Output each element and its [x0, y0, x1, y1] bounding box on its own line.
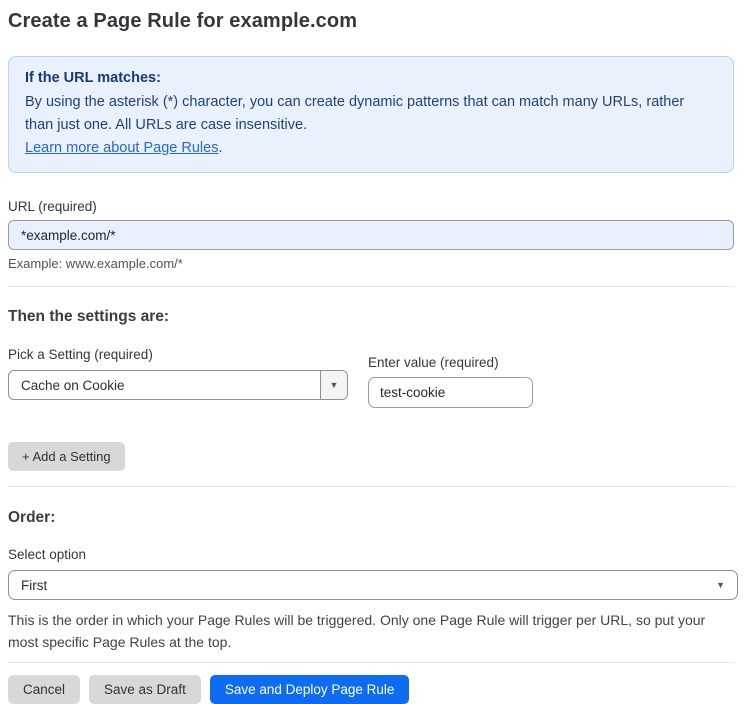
- settings-section-heading: Then the settings are:: [8, 308, 170, 325]
- order-selected-value: First: [21, 577, 48, 593]
- footer-button-bar: Cancel Save as Draft Save and Deploy Pag…: [8, 675, 734, 704]
- info-box-heading: If the URL matches:: [25, 70, 161, 86]
- save-as-draft-button[interactable]: Save as Draft: [89, 675, 201, 704]
- chevron-down-icon: ▼: [329, 379, 339, 390]
- url-example-text: Example: www.example.com/*: [8, 256, 183, 271]
- url-input[interactable]: [8, 220, 734, 250]
- url-matches-info-box: If the URL matches: By using the asteris…: [8, 56, 734, 173]
- pick-setting-dropdown-button[interactable]: ▼: [320, 371, 347, 399]
- order-section-heading: Order:: [8, 509, 56, 526]
- create-page-rule-form: Create a Page Rule for example.com If th…: [0, 0, 750, 704]
- learn-more-link[interactable]: Learn more about Page Rules: [25, 140, 218, 156]
- order-select[interactable]: First ▼: [8, 570, 738, 600]
- enter-value-label: Enter value (required): [368, 355, 499, 370]
- page-title: Create a Page Rule for example.com: [8, 10, 358, 32]
- settings-row: Pick a Setting (required) Cache on Cooki…: [8, 347, 734, 408]
- pick-setting-label: Pick a Setting (required): [8, 347, 153, 362]
- pick-setting-select[interactable]: Cache on Cookie ▼: [8, 370, 348, 400]
- setting-value-input[interactable]: [368, 377, 533, 408]
- order-select-label: Select option: [8, 547, 87, 562]
- pick-setting-column: Pick a Setting (required) Cache on Cooki…: [8, 347, 348, 400]
- enter-value-column: Enter value (required): [368, 347, 533, 408]
- pick-setting-selected-value: Cache on Cookie: [21, 377, 125, 393]
- save-and-deploy-button[interactable]: Save and Deploy Page Rule: [209, 675, 410, 704]
- url-field-label: URL (required): [8, 199, 97, 214]
- link-suffix: .: [218, 140, 223, 156]
- info-box-link-line: Learn more about Page Rules.: [25, 137, 717, 160]
- cancel-button[interactable]: Cancel: [8, 675, 81, 704]
- info-box-body: By using the asterisk (*) character, you…: [25, 94, 685, 133]
- divider: [8, 486, 734, 487]
- divider: [8, 662, 734, 663]
- add-setting-button[interactable]: + Add a Setting: [8, 442, 125, 471]
- chevron-down-icon: ▼: [716, 579, 725, 590]
- order-help-text: This is the order in which your Page Rul…: [8, 612, 706, 650]
- divider: [8, 286, 734, 287]
